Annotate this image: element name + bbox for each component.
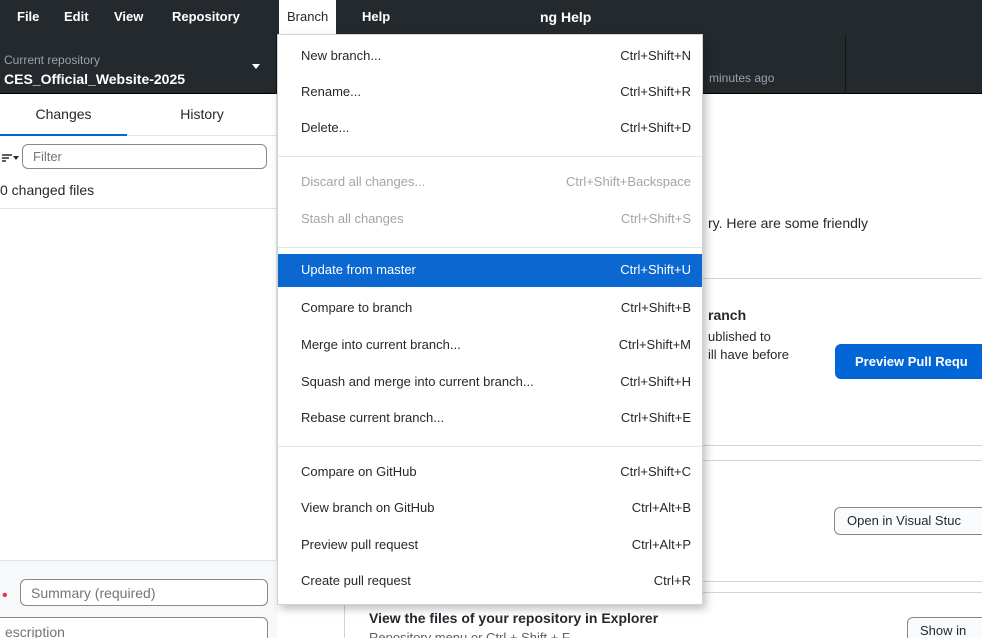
menu-item-shortcut: Ctrl+Shift+S: [620, 211, 691, 226]
menu-item-label: Stash all changes: [301, 211, 404, 226]
explorer-title: View the files of your repository in Exp…: [369, 610, 659, 626]
menu-item-shortcut: Ctrl+Shift+B: [620, 300, 691, 315]
menu-repository[interactable]: Repository: [172, 0, 240, 34]
menu-item-shortcut: Ctrl+Alt+B: [631, 500, 691, 515]
menu-item-shortcut: Ctrl+Shift+R: [620, 84, 691, 99]
pull-request-title: ranch: [708, 307, 747, 323]
menu-item-label: Compare on GitHub: [301, 464, 417, 479]
menu-item-shortcut: Ctrl+Shift+M: [618, 337, 691, 352]
menu-item-discard-all-changes: Discard all changes... Ctrl+Shift+Backsp…: [278, 166, 702, 199]
menu-item-stash-all-changes: Stash all changes Ctrl+Shift+S: [278, 203, 702, 236]
menu-file[interactable]: File: [17, 0, 39, 34]
menu-item-label: Rebase current branch...: [301, 410, 445, 425]
menu-item-update-from-master[interactable]: Update from master Ctrl+Shift+U: [278, 254, 702, 287]
current-repository-name: CES_Official_Website-2025: [4, 71, 186, 87]
menu-item-create-pull-request[interactable]: Create pull request Ctrl+R: [278, 565, 702, 598]
preview-pull-request-button[interactable]: Preview Pull Requ: [835, 344, 982, 379]
menu-separator: [278, 156, 702, 157]
menu-item-label: Discard all changes...: [301, 174, 426, 189]
commit-summary-input[interactable]: [20, 579, 268, 606]
current-repository-button[interactable]: Current repository CES_Official_Website-…: [0, 34, 277, 94]
menu-item-shortcut: Ctrl+Shift+N: [620, 48, 691, 63]
commit-area: •: [0, 560, 277, 638]
menu-item-label: Create pull request: [301, 573, 411, 588]
menu-item-rebase-current-branch[interactable]: Rebase current branch... Ctrl+Shift+E: [278, 402, 702, 435]
branch-menu: New branch... Ctrl+Shift+N Rename... Ctr…: [277, 34, 703, 605]
filter-input[interactable]: [22, 144, 267, 169]
menu-item-shortcut: Ctrl+Alt+P: [631, 537, 691, 552]
menu-item-compare-to-branch[interactable]: Compare to branch Ctrl+Shift+B: [278, 292, 702, 325]
show-in-explorer-button[interactable]: Show in: [907, 617, 982, 638]
menu-item-shortcut: Ctrl+Shift+D: [620, 120, 691, 135]
menu-item-view-branch-on-github[interactable]: View branch on GitHub Ctrl+Alt+B: [278, 492, 702, 525]
tab-changes[interactable]: Changes: [0, 94, 127, 136]
chevron-down-icon[interactable]: [13, 156, 19, 160]
menu-item-label: Update from master: [301, 262, 416, 277]
menu-item-new-branch[interactable]: New branch... Ctrl+Shift+N: [278, 40, 702, 73]
menu-separator: [278, 247, 702, 248]
menu-item-label: Delete...: [301, 120, 350, 135]
commit-description-input[interactable]: [0, 617, 268, 638]
menu-item-rename[interactable]: Rename... Ctrl+Shift+R: [278, 76, 702, 109]
menu-item-shortcut: Ctrl+Shift+U: [620, 262, 691, 277]
pull-request-desc-line2: ill have before: [708, 347, 789, 362]
menu-item-label: Rename...: [301, 84, 361, 99]
sidebar: Changes History 0 changed files •: [0, 94, 277, 638]
menu-item-merge-into-current-branch[interactable]: Merge into current branch... Ctrl+Shift+…: [278, 329, 702, 362]
menu-item-label: New branch...: [301, 48, 382, 63]
menu-item-label: Squash and merge into current branch...: [301, 374, 534, 389]
menu-item-label: View branch on GitHub: [301, 500, 435, 515]
menu-item-delete[interactable]: Delete... Ctrl+Shift+D: [278, 112, 702, 145]
menu-help[interactable]: Help: [362, 0, 390, 34]
menu-item-label: Compare to branch: [301, 300, 413, 315]
tab-history[interactable]: History: [127, 94, 277, 136]
menu-item-squash-and-merge[interactable]: Squash and merge into current branch... …: [278, 366, 702, 399]
chevron-down-icon: [252, 64, 260, 69]
changed-files-count: 0 changed files: [0, 179, 277, 209]
menu-bar: File Edit View Repository Branch Help ng…: [0, 0, 982, 34]
menu-item-label: Merge into current branch...: [301, 337, 461, 352]
menu-item-shortcut: Ctrl+R: [653, 573, 691, 588]
required-indicator-icon: •: [2, 587, 8, 604]
menu-item-compare-on-github[interactable]: Compare on GitHub Ctrl+Shift+C: [278, 456, 702, 489]
last-fetched-text: minutes ago: [709, 71, 775, 85]
menu-item-label: Preview pull request: [301, 537, 419, 552]
menu-separator: [278, 446, 702, 447]
menu-item-shortcut: Ctrl+Shift+H: [620, 374, 691, 389]
menu-item-preview-pull-request[interactable]: Preview pull request Ctrl+Alt+P: [278, 529, 702, 562]
filter-icon[interactable]: [2, 154, 12, 162]
menu-item-shortcut: Ctrl+Shift+C: [620, 464, 691, 479]
menu-item-shortcut: Ctrl+Shift+E: [620, 410, 691, 425]
intro-text: ry. Here are some friendly: [708, 215, 869, 231]
menu-branch[interactable]: Branch: [279, 0, 337, 34]
explorer-subtitle: Repository menu or Ctrl + Shift + F: [369, 630, 570, 638]
sidebar-tabs: Changes History: [0, 94, 277, 136]
pull-request-desc-line1: ublished to: [708, 329, 771, 344]
menu-view[interactable]: View: [114, 0, 143, 34]
menu-item-shortcut: Ctrl+Shift+Backspace: [565, 174, 691, 189]
menu-edit[interactable]: Edit: [64, 0, 89, 34]
window-title: ng Help: [540, 9, 592, 25]
fetch-origin-button[interactable]: minutes ago: [698, 34, 846, 94]
open-in-editor-button[interactable]: Open in Visual Stuc: [834, 507, 982, 535]
current-repository-label: Current repository: [4, 53, 101, 67]
